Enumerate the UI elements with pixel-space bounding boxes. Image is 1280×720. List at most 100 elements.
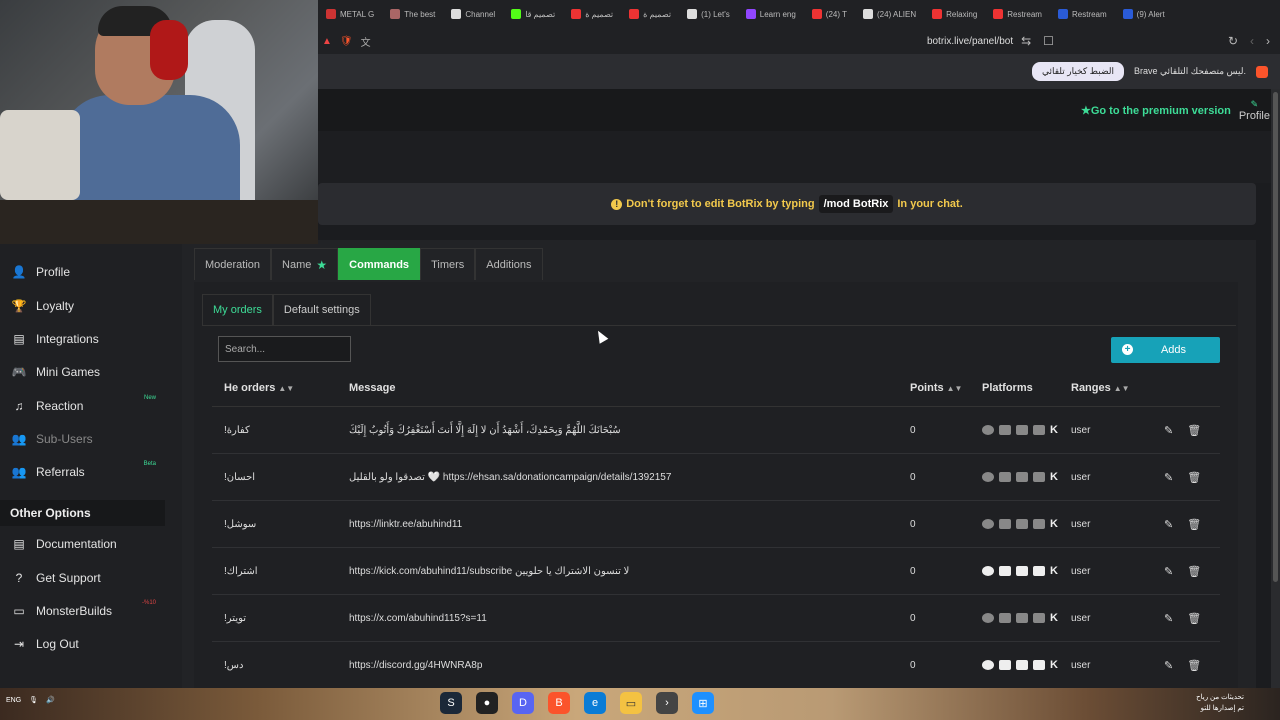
edge-icon[interactable]: e xyxy=(584,692,606,714)
premium-link[interactable]: ★Go to the premium version xyxy=(1081,104,1231,117)
col-points[interactable]: Points ▲▼ xyxy=(900,382,980,394)
kick-icon: K xyxy=(1050,471,1058,483)
browser-tab[interactable]: The best xyxy=(382,0,443,28)
trash-icon[interactable]: 🗑 xyxy=(1187,565,1201,578)
browser-tab[interactable]: (24) ALIEN xyxy=(855,0,924,28)
taskbar-notification[interactable]: تحديثات من رياح تم إصدارها للتو xyxy=(1196,692,1244,714)
pencil-icon[interactable]: ✎ xyxy=(1164,424,1173,437)
command-points: 0 xyxy=(910,659,916,671)
sidebar-item-monsterbuilds[interactable]: ▭ MonsterBuilds -%10 xyxy=(0,596,182,626)
tab-label: تصميم ة xyxy=(643,9,672,19)
browser-tab[interactable]: تصميم ة xyxy=(621,0,679,28)
platform-icons: K xyxy=(980,612,1061,624)
tab-favicon xyxy=(863,9,873,19)
obs-icon[interactable]: ● xyxy=(476,692,498,714)
row-actions: ✎ 🗑 xyxy=(1161,518,1220,531)
sidebar-item-get-support[interactable]: ? Get Support xyxy=(0,563,182,593)
add-command-button[interactable]: + Adds xyxy=(1111,337,1220,363)
terminal-icon[interactable]: › xyxy=(656,692,678,714)
windows-start-icon[interactable]: ⊞ xyxy=(692,692,714,714)
command-name: !احسان xyxy=(224,471,256,483)
screen: METAL G The best Channel تصميم قا تصميم ة تصم… xyxy=(0,0,1280,720)
search-input[interactable] xyxy=(218,336,351,362)
col-ranges[interactable]: Ranges ▲▼ xyxy=(1061,382,1161,394)
folder-icon[interactable]: ▭ xyxy=(620,692,642,714)
browser-tab[interactable]: (24) T xyxy=(804,0,855,28)
sidebar-item-integrations[interactable]: ▤ Integrations xyxy=(0,324,182,354)
pencil-icon[interactable]: ✎ xyxy=(1164,612,1173,625)
row-actions: ✎ 🗑 xyxy=(1161,612,1220,625)
tab-timers[interactable]: Timers xyxy=(420,248,476,280)
browser-tab[interactable]: Channel xyxy=(443,0,503,28)
integrations-icon: ▤ xyxy=(13,332,25,346)
browser-tab[interactable]: تصميم قا xyxy=(503,0,563,28)
command-range: user xyxy=(1071,659,1091,671)
pencil-icon[interactable]: ✎ xyxy=(1164,518,1173,531)
tab-additions[interactable]: Additions xyxy=(475,248,543,280)
brave-logo-icon xyxy=(1256,65,1268,78)
bookmark-icon[interactable]: ☐ xyxy=(1043,34,1054,48)
browser-tab[interactable]: Restream xyxy=(985,0,1050,28)
tab-label: Commands xyxy=(349,258,410,271)
trovo-icon xyxy=(1033,472,1045,482)
forward-icon[interactable]: › xyxy=(1266,34,1270,48)
discord-icon[interactable]: D xyxy=(512,692,534,714)
tab-name[interactable]: Name ★ xyxy=(271,248,339,280)
trash-icon[interactable]: 🗑 xyxy=(1187,471,1201,484)
browser-tab[interactable]: تصميم ة xyxy=(563,0,621,28)
trash-icon[interactable]: 🗑 xyxy=(1187,518,1201,531)
subtab-default-settings[interactable]: Default settings xyxy=(272,294,371,326)
brave-shields-icon[interactable]: 🛡 xyxy=(340,36,353,47)
col-order[interactable]: He orders ▲▼ xyxy=(212,382,339,394)
trash-icon[interactable]: 🗑 xyxy=(1187,424,1201,437)
trash-icon[interactable]: 🗑 xyxy=(1187,612,1201,625)
sidebar-item-mini-games[interactable]: 🎮 Mini Games xyxy=(0,357,182,387)
command-points: 0 xyxy=(910,518,916,530)
browser-tab[interactable]: Relaxing xyxy=(924,0,985,28)
url-field[interactable]: botrix.live/panel/bot xyxy=(927,36,1013,47)
share-icon[interactable]: ⇆ xyxy=(1021,34,1031,48)
sidebar-item-sub-users[interactable]: 👥 Sub-Users xyxy=(0,424,182,454)
sidebar-item-loyalty[interactable]: 🏆 Loyalty xyxy=(0,291,182,321)
back-icon[interactable]: ‹ xyxy=(1250,34,1254,48)
notification-text: Brave ليس متصفحك التلقائي. xyxy=(1134,66,1246,76)
lang-indicator[interactable]: ENG xyxy=(6,697,21,704)
scrollbar-thumb[interactable] xyxy=(1273,92,1278,582)
brave-rewards-icon[interactable]: ▲ xyxy=(322,36,332,47)
profile-link[interactable]: ✎ Profile xyxy=(1239,99,1270,122)
sidebar-item-referrals[interactable]: 👥 Referrals Beta xyxy=(0,457,182,487)
volume-icon[interactable]: 🔊 xyxy=(46,696,55,704)
music-icon: ♫ xyxy=(14,399,24,413)
pencil-icon[interactable]: ✎ xyxy=(1164,659,1173,672)
trash-icon[interactable]: 🗑 xyxy=(1187,659,1201,672)
set-default-button[interactable]: الضبط كخيار تلقائي xyxy=(1032,62,1124,81)
sidebar-item-reaction[interactable]: ♫ Reaction New xyxy=(0,391,182,421)
sidebar-item-documentation[interactable]: ▤ Documentation xyxy=(0,529,182,559)
kick-bot-icon xyxy=(982,472,994,482)
table-row: !تويتر https://x.com/abuhind115?s=11 0 K… xyxy=(212,595,1220,642)
browser-tab[interactable]: (1) Let's xyxy=(679,0,738,28)
browser-tab[interactable]: Restream xyxy=(1050,0,1115,28)
steam-icon[interactable]: S xyxy=(440,692,462,714)
trovo-icon xyxy=(1033,660,1045,670)
pencil-icon[interactable]: ✎ xyxy=(1164,471,1173,484)
translate-icon[interactable]: 文 xyxy=(361,34,371,49)
command-points: 0 xyxy=(910,612,916,624)
sidebar-item-profile[interactable]: 👤 Profile xyxy=(0,257,182,287)
reload-icon[interactable]: ↻ xyxy=(1228,34,1238,48)
pencil-icon[interactable]: ✎ xyxy=(1164,565,1173,578)
subtab-my-orders[interactable]: My orders xyxy=(202,294,273,326)
twitch-icon xyxy=(999,566,1011,576)
brave-icon[interactable]: B xyxy=(548,692,570,714)
youtube-icon xyxy=(1016,613,1028,623)
mic-icon[interactable]: 🎙 xyxy=(29,696,38,704)
browser-tab[interactable]: METAL G xyxy=(318,0,382,28)
kick-bot-icon xyxy=(982,613,994,623)
kick-bot-icon xyxy=(982,566,994,576)
browser-tab[interactable]: (9) Alert xyxy=(1115,0,1173,28)
tab-moderation[interactable]: Moderation xyxy=(194,248,272,280)
sidebar-item-log-out[interactable]: ⇥ Log Out xyxy=(0,629,182,659)
command-message: https://discord.gg/4HWNRA8p xyxy=(349,659,483,671)
browser-tab[interactable]: Learn eng xyxy=(738,0,804,28)
tab-commands[interactable]: Commands xyxy=(338,248,421,280)
